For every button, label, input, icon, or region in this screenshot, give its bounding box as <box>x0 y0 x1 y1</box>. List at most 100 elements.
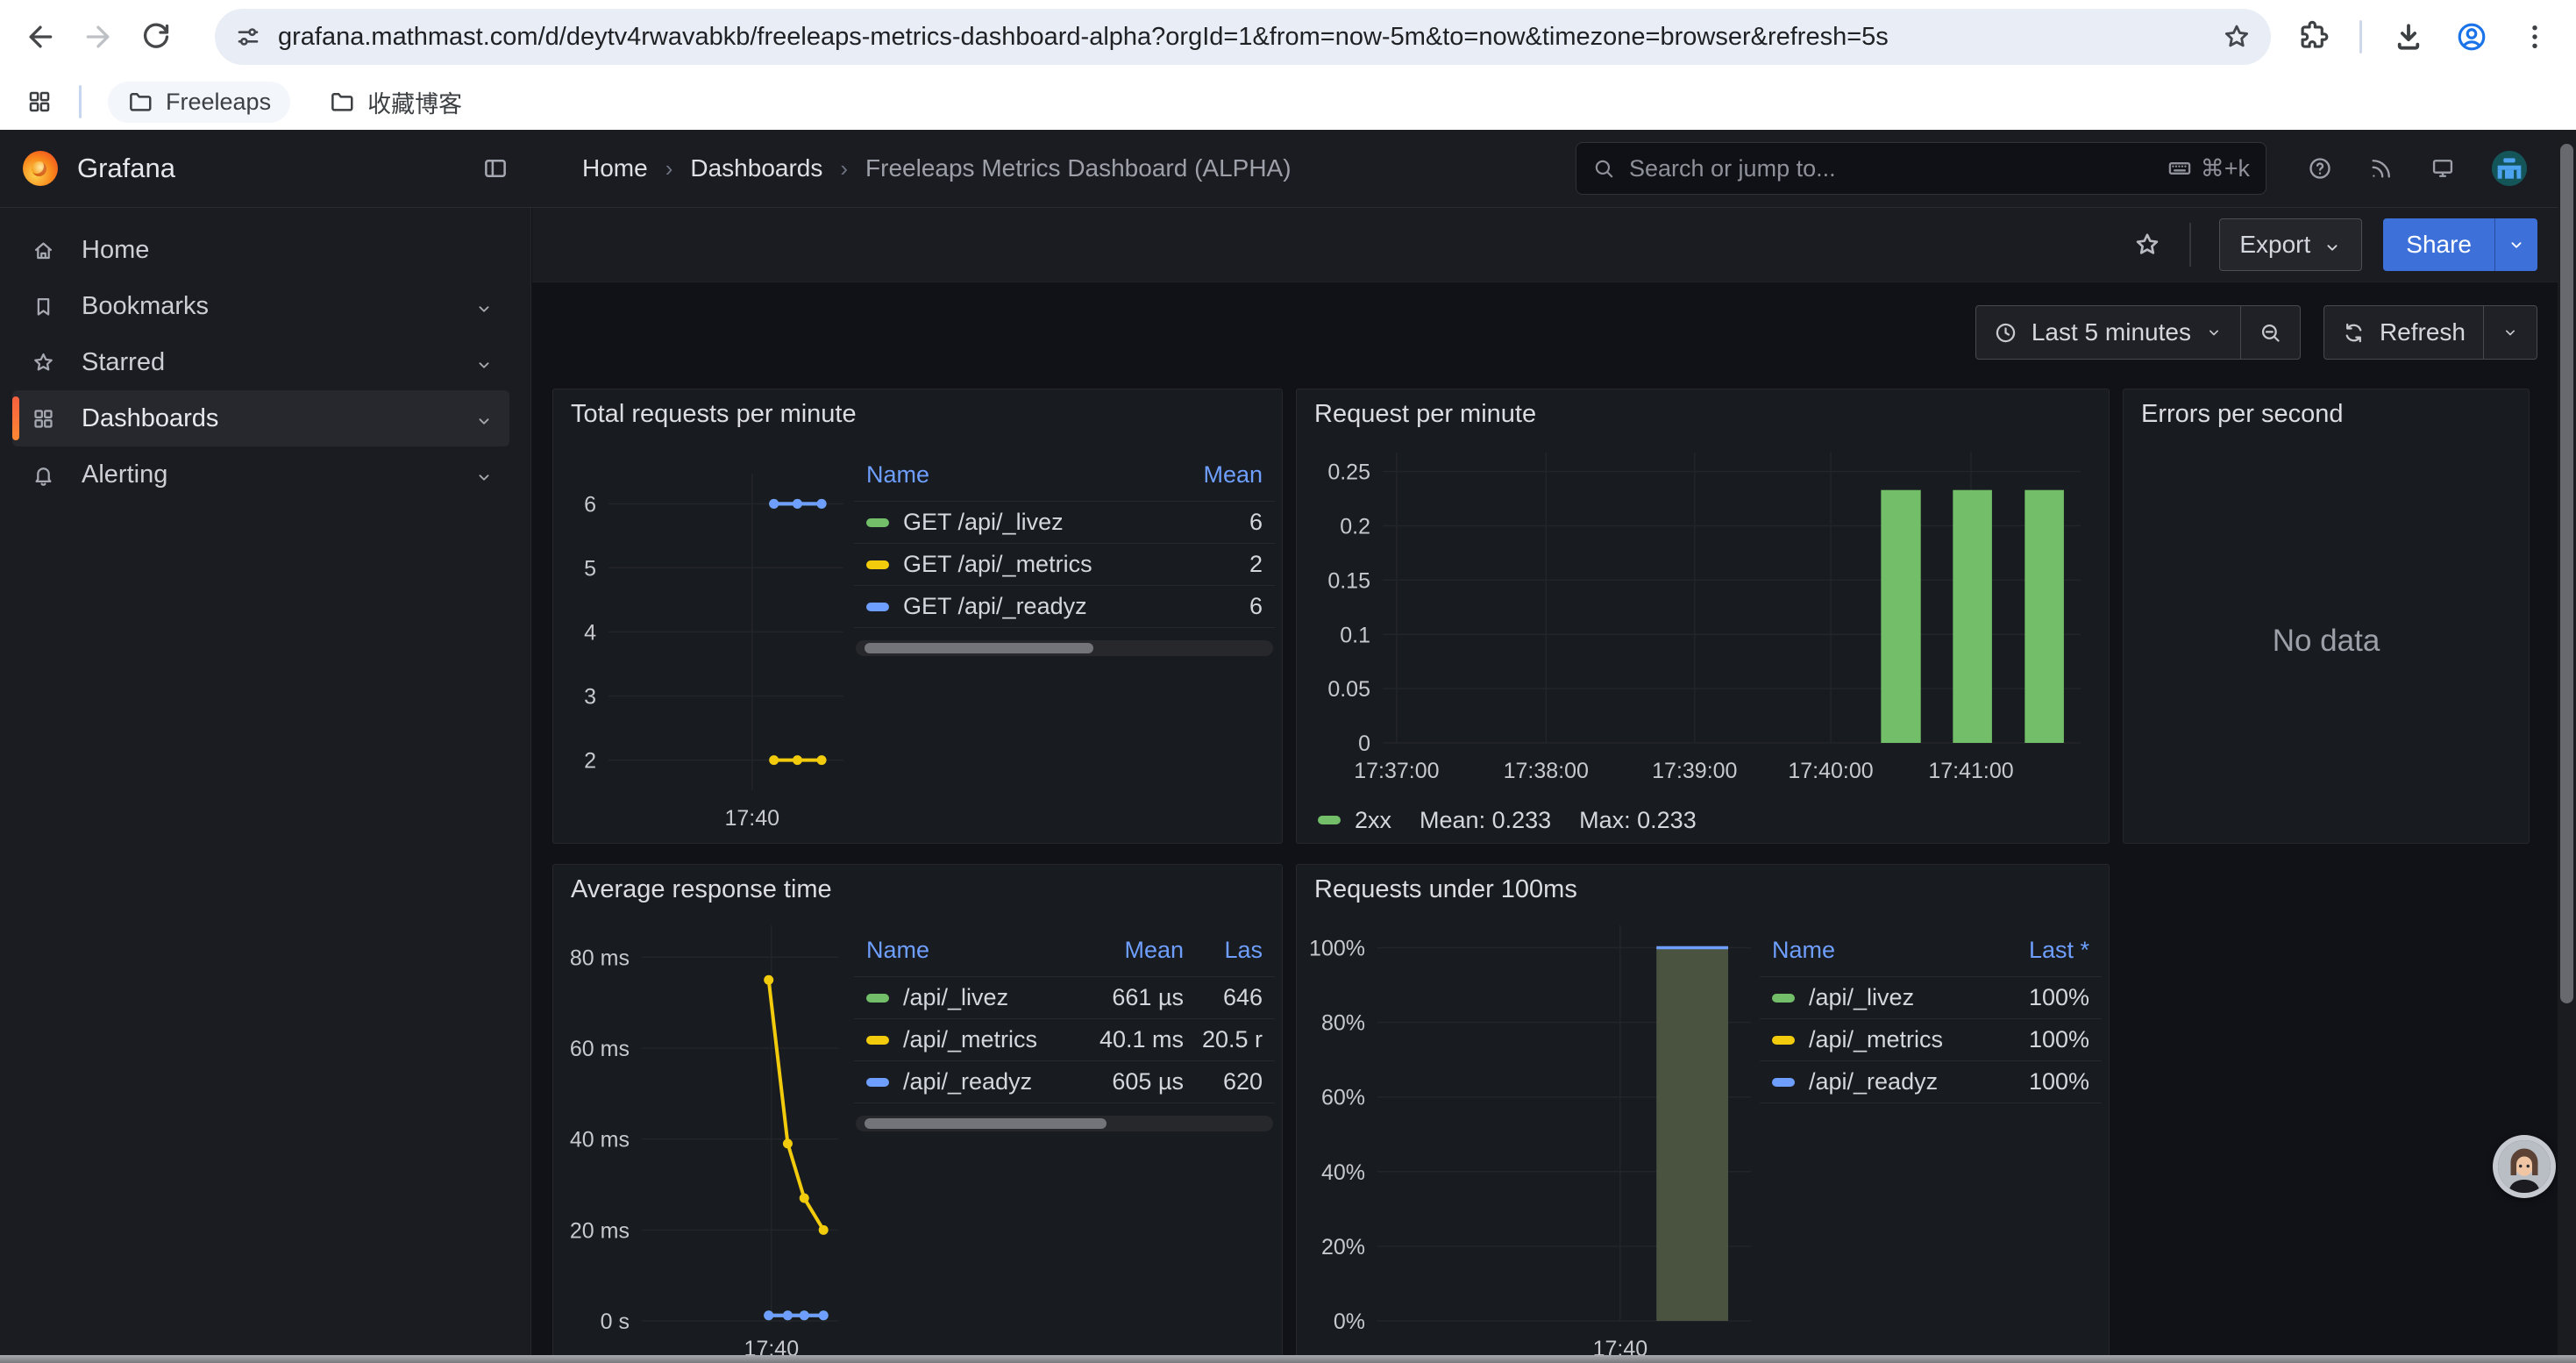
chart-svg-requests-under-100ms: 100%80%60%40%20%0%17:40 <box>1304 914 1760 1363</box>
series-value: 2 <box>1157 551 1263 578</box>
sidebar-item-dashboards[interactable]: Dashboards <box>12 390 509 446</box>
legend-table-row[interactable]: GET /api/_metrics2 <box>854 544 1275 586</box>
bookmark-folder-blogs[interactable]: 收藏博客 <box>310 78 481 126</box>
search-input[interactable]: Search or jump to... ⌘+k <box>1576 142 2266 195</box>
chevron-down-icon[interactable] <box>474 353 494 372</box>
table-header[interactable]: Mean <box>1157 461 1263 489</box>
kiosk-monitor-icon[interactable] <box>2430 156 2455 181</box>
downloads-icon[interactable] <box>2392 20 2425 54</box>
forward-button[interactable] <box>81 19 116 54</box>
chevron-down-icon <box>2323 235 2342 254</box>
refresh-label: Refresh <box>2380 318 2466 346</box>
sidebar: Home Bookmarks Starred Dashbo <box>0 208 531 1363</box>
floating-assistant-avatar[interactable] <box>2493 1135 2556 1198</box>
legend-item-2xx[interactable]: 2xx <box>1318 807 1391 834</box>
panel-title[interactable]: Requests under 100ms <box>1297 865 2109 914</box>
export-button[interactable]: Export <box>2219 218 2362 271</box>
extensions-icon[interactable] <box>2296 20 2330 54</box>
news-rss-icon[interactable] <box>2369 156 2394 181</box>
legend-table-row[interactable]: /api/_metrics100% <box>1760 1019 2102 1061</box>
chevron-down-icon[interactable] <box>474 296 494 316</box>
refresh-interval-button[interactable] <box>2483 306 2537 359</box>
sidebar-item-bookmarks[interactable]: Bookmarks <box>12 278 509 334</box>
legend-table-row[interactable]: GET /api/_readyz6 <box>854 586 1275 628</box>
user-avatar[interactable] <box>2492 151 2527 186</box>
legend-table-row[interactable]: /api/_livez100% <box>1760 977 2102 1019</box>
legend-table-row[interactable]: /api/_livez661 µs646 <box>854 977 1275 1019</box>
reload-button[interactable] <box>139 19 174 54</box>
svg-text:17:38:00: 17:38:00 <box>1504 759 1589 783</box>
chart-requests-under-100ms: 100%80%60%40%20%0%17:40 <box>1304 914 1760 1363</box>
series-name-cell: /api/_metrics <box>866 1026 1052 1053</box>
help-icon[interactable] <box>2308 156 2332 181</box>
vertical-scrollbar[interactable] <box>2558 130 2576 1355</box>
breadcrumb-home[interactable]: Home <box>582 154 648 182</box>
table-header[interactable]: Name <box>1772 937 1984 964</box>
table-scrollbar-thumb[interactable] <box>865 643 1094 653</box>
search-icon <box>1592 157 1615 180</box>
grafana-logo-icon[interactable] <box>23 151 58 186</box>
avatar-identicon <box>2492 151 2527 186</box>
dock-sidebar-icon[interactable] <box>482 155 509 182</box>
profile-icon[interactable] <box>2455 20 2488 54</box>
no-data-message: No data <box>2131 439 2522 843</box>
series-name-cell: GET /api/_livez <box>866 509 1157 536</box>
site-settings-icon[interactable] <box>234 23 262 51</box>
table-scrollbar-thumb[interactable] <box>865 1118 1107 1129</box>
table-header[interactable]: Mean <box>1052 937 1184 964</box>
series-value: 6 <box>1157 509 1263 536</box>
share-split-button: Share <box>2383 218 2537 271</box>
legend-table-row[interactable]: GET /api/_livez6 <box>854 502 1275 544</box>
vertical-scrollbar-thumb[interactable] <box>2560 144 2573 1003</box>
panel-title[interactable]: Average response time <box>553 865 1282 914</box>
zoom-out-button[interactable] <box>2240 306 2300 359</box>
time-range-picker[interactable]: Last 5 minutes <box>1976 306 2240 359</box>
sidebar-item-starred[interactable]: Starred <box>12 334 509 390</box>
bookmark-folder-freeleaps[interactable]: Freeleaps <box>108 82 290 123</box>
favorite-star-icon[interactable] <box>2133 231 2161 259</box>
legend-table-row[interactable]: /api/_metrics40.1 ms20.5 r <box>854 1019 1275 1061</box>
share-button[interactable]: Share <box>2383 218 2494 271</box>
sidebar-item-alerting[interactable]: Alerting <box>12 446 509 503</box>
series-name-cell: /api/_readyz <box>1772 1068 1984 1095</box>
share-menu-button[interactable] <box>2494 218 2537 271</box>
apps-grid-icon[interactable] <box>26 89 53 115</box>
refresh-icon <box>2342 321 2366 345</box>
chevron-down-icon[interactable] <box>474 465 494 484</box>
bookmark-label: 收藏博客 <box>367 85 462 119</box>
bookmark-star-icon[interactable] <box>2222 22 2252 52</box>
table-scrollbar[interactable] <box>856 1116 1273 1131</box>
svg-text:2: 2 <box>584 749 596 774</box>
back-button[interactable] <box>23 19 58 54</box>
chevron-right-icon: › <box>665 155 673 182</box>
svg-text:80%: 80% <box>1321 1011 1365 1036</box>
sidebar-item-home[interactable]: Home <box>12 222 509 278</box>
folder-icon <box>329 89 355 115</box>
url-bar[interactable]: grafana.mathmast.com/d/deytv4rwavabkb/fr… <box>215 9 2271 65</box>
chevron-down-icon <box>2507 235 2526 254</box>
reload-icon <box>139 19 174 54</box>
breadcrumb-dashboards[interactable]: Dashboards <box>690 154 822 182</box>
panel-title[interactable]: Total requests per minute <box>553 389 1282 439</box>
table-header-row: NameMeanLas <box>854 937 1275 977</box>
chevron-down-icon[interactable] <box>474 409 494 428</box>
sidebar-item-label: Bookmarks <box>82 292 448 321</box>
horizontal-scrollbar[interactable] <box>0 1355 2576 1363</box>
legend-table-row[interactable]: /api/_readyz605 µs620 <box>854 1061 1275 1103</box>
arrow-right-icon <box>81 19 116 54</box>
table-header[interactable]: Last * <box>1984 937 2089 964</box>
panel-title[interactable]: Errors per second <box>2124 389 2529 439</box>
refresh-button[interactable]: Refresh <box>2324 306 2483 359</box>
chart-legend: 2xx Mean: 0.233 Max: 0.233 <box>1304 797 2102 843</box>
menu-kebab-icon[interactable] <box>2518 20 2551 54</box>
table-header[interactable]: Name <box>866 937 1052 964</box>
svg-text:0%: 0% <box>1334 1309 1365 1334</box>
sidebar-item-label: Dashboards <box>82 404 448 433</box>
panel-title[interactable]: Request per minute <box>1297 389 2109 439</box>
legend-table-row[interactable]: /api/_readyz100% <box>1760 1061 2102 1103</box>
svg-text:17:37:00: 17:37:00 <box>1354 759 1439 783</box>
table-header[interactable]: Las <box>1184 937 1263 964</box>
svg-text:40 ms: 40 ms <box>570 1128 630 1152</box>
table-header[interactable]: Name <box>866 461 1157 489</box>
table-scrollbar[interactable] <box>856 640 1273 656</box>
